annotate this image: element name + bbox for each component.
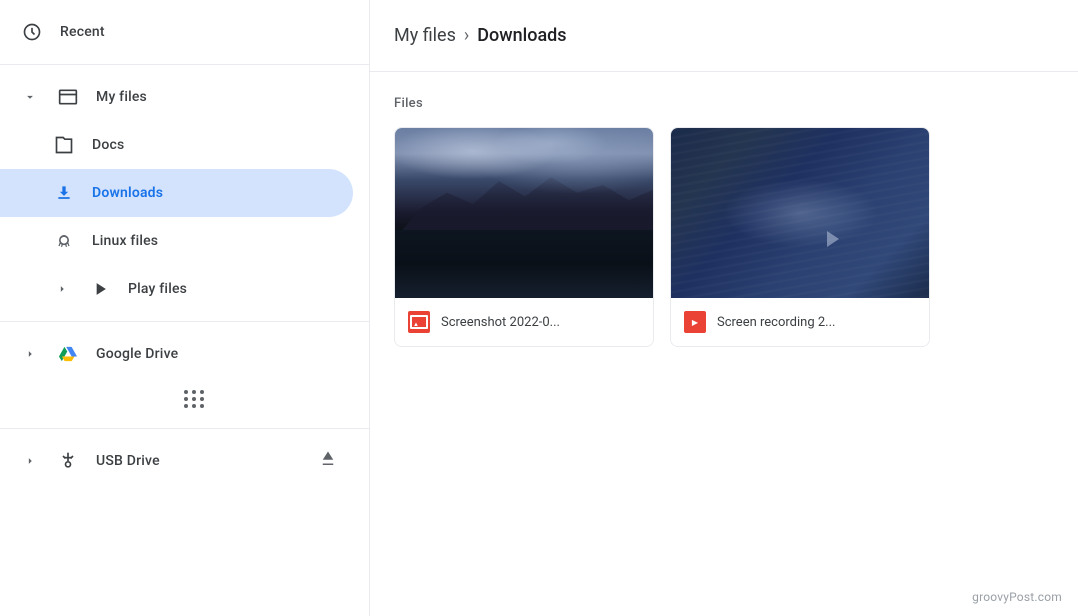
downloads-icon — [52, 181, 76, 205]
file-card-screenrecording[interactable]: Screen recording 2... — [670, 127, 930, 347]
sidebar-item-myfiles[interactable]: My files — [0, 73, 353, 121]
screenrecording-file-icon — [683, 310, 707, 334]
sidebar-item-docs[interactable]: Docs — [0, 121, 353, 169]
googledrive-chevron-icon — [20, 344, 40, 364]
linuxfiles-icon — [52, 229, 76, 253]
sidebar-item-downloads[interactable]: Downloads — [0, 169, 353, 217]
eject-icon[interactable] — [319, 450, 337, 472]
mountains-thumbnail — [395, 128, 654, 298]
screenrecording-file-name: Screen recording 2... — [717, 315, 835, 330]
sidebar-item-recent[interactable]: Recent — [0, 8, 353, 56]
app-container: Recent My files — [0, 0, 1078, 616]
watermark: groovyPost.com — [972, 590, 1062, 604]
more-items-button[interactable] — [0, 378, 369, 420]
file-thumbnail-screenrecording — [671, 128, 930, 298]
dots-grid-icon — [184, 390, 205, 408]
usbdrive-icon — [56, 449, 80, 473]
sidebar-divider-bottom — [0, 428, 369, 429]
file-card-screenshot[interactable]: Screenshot 2022-0... — [394, 127, 654, 347]
sidebar-item-usbdrive[interactable]: USB Drive — [0, 437, 353, 485]
sidebar-item-docs-label: Docs — [92, 137, 124, 153]
files-grid: Screenshot 2022-0... Screen record — [394, 127, 1054, 347]
sidebar-divider-top — [0, 64, 369, 65]
sidebar-item-googledrive[interactable]: Google Drive — [0, 330, 353, 378]
file-info-screenshot: Screenshot 2022-0... — [395, 298, 653, 346]
sidebar-divider-middle — [0, 321, 369, 322]
main-content: My files › Downloads Files — [370, 0, 1078, 616]
breadcrumb-bar: My files › Downloads — [370, 0, 1078, 72]
playfiles-icon — [88, 277, 112, 301]
files-section: Files Screenshot 2022-0... — [370, 72, 1078, 616]
breadcrumb-downloads: Downloads — [477, 25, 566, 46]
sidebar-item-downloads-label: Downloads — [92, 185, 163, 201]
image-icon — [408, 311, 430, 333]
screenshot-file-name: Screenshot 2022-0... — [441, 315, 560, 330]
sidebar-item-myfiles-label: My files — [96, 89, 147, 105]
sidebar-item-linuxfiles[interactable]: Linux files — [0, 217, 353, 265]
video-icon — [684, 311, 706, 333]
docs-icon — [52, 133, 76, 157]
breadcrumb-separator: › — [464, 25, 469, 46]
water-thumbnail — [671, 128, 930, 298]
myfiles-chevron-icon — [20, 87, 40, 107]
sidebar-item-playfiles-label: Play files — [128, 281, 187, 297]
sidebar: Recent My files — [0, 0, 370, 616]
breadcrumb: My files › Downloads — [394, 25, 567, 46]
myfiles-icon — [56, 85, 80, 109]
sidebar-item-usbdrive-label: USB Drive — [96, 453, 160, 469]
googledrive-icon — [56, 342, 80, 366]
sidebar-item-linuxfiles-label: Linux files — [92, 233, 158, 249]
sidebar-item-recent-label: Recent — [60, 24, 105, 40]
screenshot-file-icon — [407, 310, 431, 334]
sidebar-item-googledrive-label: Google Drive — [96, 346, 178, 362]
recent-icon — [20, 20, 44, 44]
sidebar-item-playfiles[interactable]: Play files — [0, 265, 353, 313]
file-thumbnail-screenshot — [395, 128, 654, 298]
breadcrumb-myfiles[interactable]: My files — [394, 25, 456, 46]
usbdrive-chevron-icon — [20, 451, 40, 471]
file-info-screenrecording: Screen recording 2... — [671, 298, 929, 346]
playfiles-chevron-icon — [52, 279, 72, 299]
files-section-title: Files — [394, 96, 1054, 111]
